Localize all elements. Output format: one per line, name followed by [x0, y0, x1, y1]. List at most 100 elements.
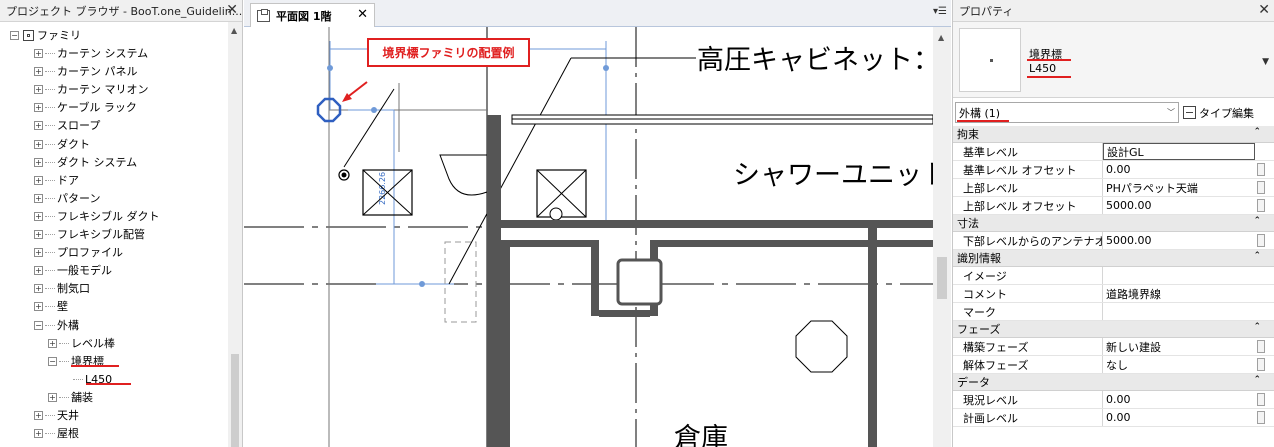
associate-parameter-button[interactable]	[1257, 411, 1265, 424]
property-group[interactable]: 寸法 ⌃	[953, 215, 1274, 232]
expand-icon[interactable]: +	[34, 247, 43, 257]
expand-icon[interactable]: +	[34, 211, 43, 221]
expand-icon[interactable]: +	[34, 193, 43, 203]
collapse-group-icon[interactable]: ⌃	[1253, 251, 1261, 261]
expand-icon[interactable]: +	[34, 410, 43, 420]
tree-item[interactable]: + 天井	[34, 406, 242, 424]
selection-grip[interactable]	[371, 107, 377, 113]
tree-item[interactable]: + カーテン システム	[34, 44, 242, 62]
scroll-up-icon[interactable]: ▲	[231, 26, 237, 35]
expand-icon[interactable]: +	[34, 428, 43, 438]
property-value[interactable]: 新しい建設	[1103, 338, 1274, 355]
property-value[interactable]: 道路境界線	[1103, 285, 1274, 302]
property-group[interactable]: 識別情報 ⌃	[953, 250, 1274, 267]
expand-icon[interactable]: +	[34, 48, 43, 58]
property-value[interactable]	[1103, 267, 1274, 284]
collapse-group-icon[interactable]: ⌃	[1253, 127, 1261, 137]
property-value[interactable]: PHパラペット天端	[1103, 179, 1274, 196]
tree-item[interactable]: + 制気口	[34, 279, 242, 297]
canvas-scrollbar[interactable]: ▲	[933, 27, 951, 447]
chevron-down-icon[interactable]: ﹀	[1167, 107, 1175, 118]
tree-item-families[interactable]: − ファミリ	[10, 26, 238, 44]
edit-type-button[interactable]: タイプ編集	[1183, 102, 1254, 123]
close-icon[interactable]: ✕	[1258, 2, 1270, 18]
tree-item[interactable]: + カーテン マリオン	[34, 80, 242, 98]
scrollbar-thumb[interactable]	[937, 257, 947, 299]
associate-parameter-button[interactable]	[1257, 199, 1265, 212]
property-value[interactable]: 0.00	[1103, 161, 1274, 178]
associate-parameter-button[interactable]	[1257, 234, 1265, 247]
expand-icon[interactable]: +	[34, 265, 43, 275]
tree-item[interactable]: + ダクト	[34, 135, 242, 153]
expand-icon[interactable]: +	[48, 338, 57, 348]
scrollbar-thumb[interactable]	[231, 354, 239, 447]
tree-item[interactable]: + フレキシブル配管	[34, 225, 242, 243]
tree-item[interactable]: + カーテン パネル	[34, 62, 242, 80]
collapse-icon[interactable]: −	[34, 320, 43, 330]
tree-item[interactable]: + 一般モデル	[34, 261, 242, 279]
expand-icon[interactable]: +	[34, 102, 43, 112]
associate-parameter-button[interactable]	[1257, 340, 1265, 353]
collapse-icon[interactable]: −	[10, 30, 19, 40]
property-value[interactable]: 0.00	[1103, 391, 1274, 408]
tree-item[interactable]: + ダクト システム	[34, 153, 242, 171]
expand-icon[interactable]: +	[48, 392, 57, 402]
tree-item[interactable]: L450	[62, 370, 242, 388]
tree-item[interactable]: + スロープ	[34, 116, 242, 134]
tab-close-icon[interactable]: ✕	[357, 7, 368, 22]
tree-item[interactable]: − 境界標	[48, 352, 242, 370]
property-group[interactable]: 拘束 ⌃	[953, 126, 1274, 143]
property-group[interactable]: データ ⌃	[953, 374, 1274, 391]
tree-item[interactable]: + 舗装	[48, 388, 242, 406]
collapse-group-icon[interactable]: ⌃	[1253, 375, 1261, 385]
tree-item[interactable]: + パターン	[34, 189, 242, 207]
expand-icon[interactable]: +	[34, 229, 43, 239]
chevron-down-icon[interactable]: ▼	[1262, 57, 1269, 67]
wall	[658, 240, 868, 247]
collapse-icon[interactable]: −	[48, 356, 57, 366]
property-group[interactable]: フェーズ ⌃	[953, 321, 1274, 338]
expand-icon[interactable]: +	[34, 157, 43, 167]
property-value[interactable]: なし	[1103, 356, 1274, 373]
tree-item-label: カーテン パネル	[57, 65, 138, 78]
tree-connector	[45, 287, 55, 289]
property-value[interactable]: 5000.00	[1103, 197, 1274, 214]
expand-icon[interactable]: +	[34, 283, 43, 293]
collapse-group-icon[interactable]: ⌃	[1253, 322, 1261, 332]
expand-icon[interactable]: +	[34, 301, 43, 311]
associate-parameter-button[interactable]	[1257, 358, 1265, 371]
selection-grip[interactable]	[603, 65, 609, 71]
tree-item[interactable]: + ケーブル ラック	[34, 98, 242, 116]
tree-item[interactable]: + レベル棒	[48, 334, 242, 352]
expand-icon[interactable]: +	[34, 66, 43, 76]
selection-grip[interactable]	[419, 281, 425, 287]
collapse-group-icon[interactable]: ⌃	[1253, 216, 1261, 226]
property-value[interactable]: 5000.00	[1103, 232, 1274, 249]
associate-parameter-button[interactable]	[1257, 163, 1265, 176]
selection-grip[interactable]	[327, 65, 333, 71]
tree-item[interactable]: + プロファイル	[34, 243, 242, 261]
browser-scrollbar[interactable]: ▲	[228, 22, 242, 447]
tree-item[interactable]: − 外構	[34, 316, 242, 334]
room-label-shower: シャワーユニット	[733, 160, 933, 191]
associate-parameter-button[interactable]	[1257, 181, 1265, 194]
expand-icon[interactable]: +	[34, 120, 43, 130]
associate-parameter-button[interactable]	[1257, 393, 1265, 406]
tab-menu-icon[interactable]: ▾☰	[933, 6, 947, 17]
expand-icon[interactable]: +	[34, 139, 43, 149]
tab-floor-plan[interactable]: 平面図 1階 ✕	[250, 3, 375, 27]
tree-item[interactable]: + 壁	[34, 297, 242, 315]
drawing-canvas[interactable]: 2266.26 高圧キャビネット：	[244, 27, 933, 447]
tree-item[interactable]: + ドア	[34, 171, 242, 189]
property-value[interactable]: 0.00	[1103, 409, 1274, 426]
property-value[interactable]: 設計GL	[1103, 143, 1255, 160]
tree-item[interactable]: + 屋根	[34, 424, 242, 442]
expand-icon[interactable]: +	[34, 175, 43, 185]
close-icon[interactable]: ✕	[226, 2, 238, 18]
type-selector[interactable]: 境界標 L450 ▼	[953, 22, 1274, 98]
expand-icon[interactable]: +	[34, 84, 43, 94]
property-value[interactable]	[1103, 303, 1274, 320]
tree-item[interactable]: + フレキシブル ダクト	[34, 207, 242, 225]
scroll-up-icon[interactable]: ▲	[938, 33, 944, 42]
project-browser-title: プロジェクト ブラウザ - BooT.one_Guidelin... ✕	[0, 0, 242, 22]
